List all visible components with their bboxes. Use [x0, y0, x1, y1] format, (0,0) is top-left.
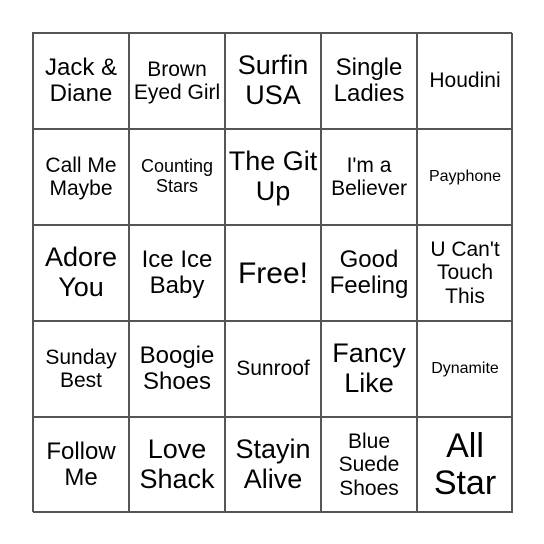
bingo-cell[interactable]: Boogie Shoes	[129, 321, 225, 417]
cell-label: Payphone	[428, 168, 502, 186]
cell-label: Sunday Best	[45, 345, 117, 392]
bingo-cell[interactable]: Dynamite	[417, 321, 513, 417]
bingo-cell[interactable]: All Star	[417, 417, 513, 513]
cell-label: Brown Eyed Girl	[133, 57, 221, 104]
bingo-cell[interactable]: Houdini	[417, 33, 513, 129]
bingo-board: Jack & Diane Brown Eyed Girl Surfin USA Sin…	[32, 32, 513, 513]
bingo-cell[interactable]: The Git Up	[225, 129, 321, 225]
bingo-cell[interactable]: Love Shack	[129, 417, 225, 513]
cell-label: Fancy Like	[332, 338, 406, 398]
cell-label: Sunroof	[236, 357, 310, 381]
bingo-cell[interactable]: Fancy Like	[321, 321, 417, 417]
bingo-cell[interactable]: Good Feeling	[321, 225, 417, 321]
cell-label: Stayin Alive	[235, 434, 311, 494]
bingo-cell[interactable]: Sunday Best	[33, 321, 129, 417]
bingo-cell[interactable]: Stayin Alive	[225, 417, 321, 513]
cell-label: Houdini	[429, 69, 501, 93]
bingo-cell[interactable]: Payphone	[417, 129, 513, 225]
bingo-cell[interactable]: Jack & Diane	[33, 33, 129, 129]
cell-label: Blue Suede Shoes	[338, 430, 400, 500]
cell-label: All Star	[433, 426, 497, 502]
cell-label: Dynamite	[431, 360, 499, 378]
bingo-cell[interactable]: I'm a Believer	[321, 129, 417, 225]
free-space-cell[interactable]: Free!	[225, 225, 321, 321]
cell-label: The Git Up	[228, 146, 318, 206]
cell-label: Love Shack	[139, 434, 215, 494]
cell-label: Counting Stars	[140, 156, 214, 196]
cell-label: Follow Me	[46, 437, 116, 491]
bingo-cell[interactable]: Follow Me	[33, 417, 129, 513]
bingo-cell[interactable]: Single Ladies	[321, 33, 417, 129]
cell-label: Call Me Maybe	[45, 153, 117, 200]
bingo-cell[interactable]: Sunroof	[225, 321, 321, 417]
bingo-cell[interactable]: Ice Ice Baby	[129, 225, 225, 321]
cell-label: Boogie Shoes	[139, 341, 215, 395]
bingo-cell[interactable]: Adore You	[33, 225, 129, 321]
bingo-cell[interactable]: Blue Suede Shoes	[321, 417, 417, 513]
cell-label: Ice Ice Baby	[141, 245, 213, 299]
cell-label: Adore You	[44, 242, 118, 302]
cell-label: Jack & Diane	[44, 53, 118, 107]
bingo-cell[interactable]: Call Me Maybe	[33, 129, 129, 225]
bingo-cell[interactable]: U Can't Touch This	[417, 225, 513, 321]
bingo-cell[interactable]: Counting Stars	[129, 129, 225, 225]
cell-label: Free!	[237, 256, 309, 290]
cell-label: Single Ladies	[333, 53, 405, 107]
cell-label: I'm a Believer	[331, 153, 407, 200]
cell-label: Surfin USA	[237, 50, 309, 110]
bingo-cell[interactable]: Surfin USA	[225, 33, 321, 129]
cell-label: U Can't Touch This	[430, 238, 500, 308]
cell-label: Good Feeling	[329, 245, 409, 299]
bingo-cell[interactable]: Brown Eyed Girl	[129, 33, 225, 129]
